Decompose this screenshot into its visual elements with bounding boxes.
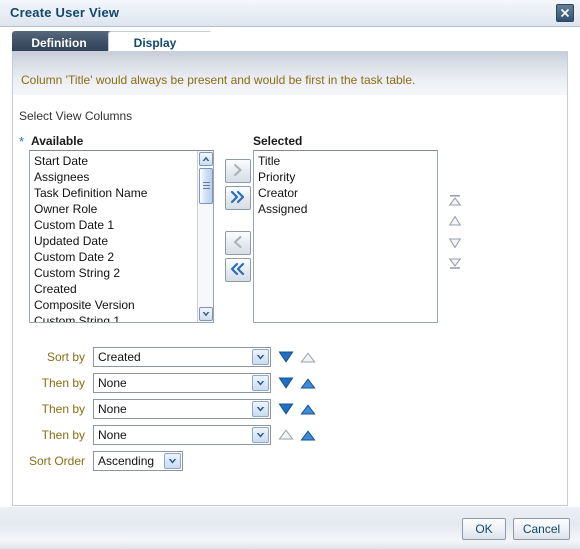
sort-by-value: Created (98, 350, 141, 364)
move-to-bottom-button[interactable] (447, 256, 463, 270)
move-all-right-button[interactable] (225, 186, 251, 210)
close-icon[interactable] (556, 4, 574, 22)
move-all-left-button[interactable] (225, 258, 251, 282)
then-by-3-direction-arrows (278, 427, 322, 443)
then-by-value-2: None (98, 402, 127, 416)
list-item[interactable]: Priority (254, 169, 437, 185)
move-right-button[interactable] (225, 159, 251, 183)
list-item[interactable]: Start Date (30, 153, 198, 169)
sort-by-label: Sort by (46, 350, 85, 364)
tab-display-label: Display (133, 36, 177, 50)
move-down-button[interactable] (447, 236, 463, 250)
then-by-value-1: None (98, 376, 127, 390)
then-by-label: Then by (41, 402, 85, 416)
list-item[interactable]: Task Definition Name (30, 185, 198, 201)
list-item[interactable]: Title (254, 153, 437, 169)
selected-listbox[interactable]: Title Priority Creator Assigned (253, 150, 438, 323)
chevron-down-icon[interactable] (252, 349, 269, 365)
tab-definition-label: Definition (31, 36, 87, 50)
sort-order-value: Ascending (98, 454, 155, 468)
chevron-down-icon[interactable] (164, 453, 181, 469)
then-by-2-direction-arrows (278, 401, 322, 417)
list-item[interactable]: Creator (254, 185, 437, 201)
info-message-text: Column 'Title' would always be present a… (21, 73, 416, 87)
sort-ascending-button[interactable] (300, 351, 316, 365)
chevron-down-icon[interactable] (252, 375, 269, 391)
selected-list-items: Title Priority Creator Assigned (254, 151, 437, 217)
list-item[interactable]: Updated Date (30, 233, 198, 249)
then-by-label: Then by (41, 428, 85, 442)
list-item[interactable]: Custom String 1 (30, 313, 198, 322)
sort-ascending-button[interactable] (300, 429, 316, 443)
create-user-view-dialog: Create User View Definition Display Colu… (0, 0, 580, 549)
then-by-1-direction-arrows (278, 375, 322, 391)
select-view-columns-label: Select View Columns (19, 109, 133, 123)
dialog-footer: OK Cancel (0, 506, 580, 549)
scrollbar-grip-icon (203, 182, 210, 189)
cancel-button[interactable]: Cancel (513, 518, 570, 540)
dialog-content-panel: Column 'Title' would always be present a… (12, 51, 568, 506)
sort-by-direction-arrows (278, 349, 322, 365)
available-list-title: Available (31, 134, 84, 148)
then-by-label: Then by (41, 376, 85, 390)
scroll-down-icon[interactable] (199, 307, 213, 321)
available-list-scrollbar[interactable] (197, 151, 213, 322)
available-listbox[interactable]: Start Date Assignees Task Definition Nam… (29, 150, 214, 323)
scroll-up-icon[interactable] (199, 152, 213, 166)
then-by-select-3[interactable]: None (93, 425, 271, 445)
scrollbar-thumb[interactable] (199, 168, 213, 204)
list-item[interactable]: Custom Date 1 (30, 217, 198, 233)
required-asterisk: * (19, 134, 25, 149)
list-item[interactable]: Owner Role (30, 201, 198, 217)
available-list-items: Start Date Assignees Task Definition Nam… (30, 151, 198, 322)
sort-descending-button[interactable] (278, 376, 294, 390)
dialog-titlebar: Create User View (0, 0, 580, 27)
ok-button[interactable]: OK (462, 518, 506, 540)
list-item[interactable]: Custom String 2 (30, 265, 198, 281)
list-item[interactable]: Composite Version (30, 297, 198, 313)
list-item[interactable]: Created (30, 281, 198, 297)
sort-descending-button[interactable] (278, 350, 294, 364)
chevron-down-icon[interactable] (252, 401, 269, 417)
list-item[interactable]: Custom Date 2 (30, 249, 198, 265)
sort-descending-button[interactable] (278, 402, 294, 416)
selected-list-title: Selected (253, 134, 303, 148)
chevron-down-icon[interactable] (252, 427, 269, 443)
then-by-select-2[interactable]: None (93, 399, 271, 419)
sort-by-select[interactable]: Created (93, 347, 271, 367)
then-by-value-3: None (98, 428, 127, 442)
then-by-select-1[interactable]: None (93, 373, 271, 393)
sort-descending-button[interactable] (278, 428, 294, 442)
move-left-button[interactable] (225, 231, 251, 255)
sort-ascending-button[interactable] (300, 377, 316, 391)
sort-order-select[interactable]: Ascending (93, 451, 183, 471)
sort-order-label: Sort Order (28, 454, 85, 468)
sort-ascending-button[interactable] (300, 403, 316, 417)
list-item[interactable]: Assigned (254, 201, 437, 217)
move-to-top-button[interactable] (447, 194, 463, 208)
dialog-title: Create User View (10, 5, 120, 20)
list-item[interactable]: Assignees (30, 169, 198, 185)
move-up-button[interactable] (447, 214, 463, 228)
info-message-bar: Column 'Title' would always be present a… (13, 51, 567, 95)
